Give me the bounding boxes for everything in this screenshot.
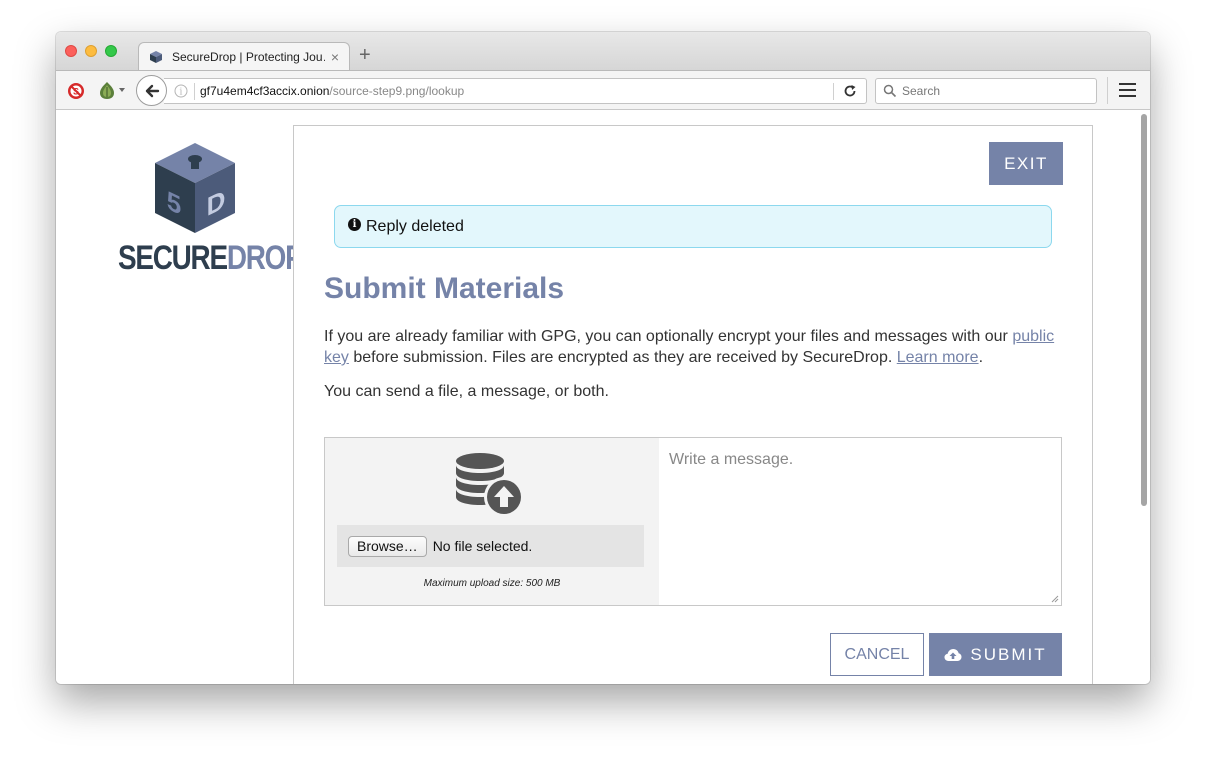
submission-form: Browse… No file selected. Maximum upload… <box>324 437 1062 606</box>
tab-title: SecureDrop | Protecting Jou… <box>172 50 325 64</box>
back-arrow-icon <box>145 84 159 97</box>
intro-paragraph: If you are already familiar with GPG, yo… <box>324 328 1055 366</box>
cancel-button[interactable]: CANCEL <box>830 633 924 676</box>
file-upload-area: Browse… No file selected. Maximum upload… <box>325 438 659 605</box>
url-text[interactable]: gf7u4em4cf3accix.onion/source-step9.png/… <box>200 84 464 98</box>
new-tab-button[interactable]: + <box>359 45 371 65</box>
close-window-button[interactable] <box>65 45 77 57</box>
search-bar[interactable] <box>875 78 1097 104</box>
cloud-upload-icon <box>944 648 962 661</box>
database-upload-icon <box>456 453 524 517</box>
alert-text: Reply deleted <box>366 217 464 235</box>
logo-wordmark: SECUREDROP <box>118 239 304 277</box>
securedrop-logo[interactable]: 5 D SECUREDROP <box>118 142 304 278</box>
file-status: No file selected. <box>432 538 533 554</box>
toolbar-divider <box>1107 77 1108 104</box>
url-host: gf7u4em4cf3accix.onion <box>200 84 330 98</box>
search-input[interactable] <box>902 82 1092 100</box>
url-divider <box>833 83 834 100</box>
url-path: /source-step9.png/lookup <box>329 84 465 98</box>
submit-label: SUBMIT <box>970 644 1047 664</box>
exit-button[interactable]: EXIT <box>989 142 1063 185</box>
securedrop-favicon-icon <box>149 50 163 64</box>
title-bar: SecureDrop | Protecting Jou… × + <box>56 32 1150 71</box>
submit-button[interactable]: SUBMIT <box>929 633 1062 676</box>
securedrop-cube-logo: 5 D <box>155 143 235 233</box>
reload-icon[interactable] <box>843 84 857 98</box>
resize-grip-icon <box>1051 595 1059 603</box>
url-divider <box>194 83 195 100</box>
hamburger-menu-icon[interactable] <box>1119 83 1136 98</box>
noscript-icon[interactable]: S <box>67 82 85 100</box>
search-icon <box>883 84 897 98</box>
page-title: Submit Materials <box>324 272 565 305</box>
svg-text:i: i <box>180 88 183 98</box>
url-bar[interactable]: i gf7u4em4cf3accix.onion/source-step9.pn… <box>164 78 867 104</box>
file-input-row: Browse… No file selected. <box>337 525 644 567</box>
scrollbar[interactable] <box>1141 114 1147 506</box>
main-panel: EXIT i Reply deleted Submit Materials If… <box>293 125 1093 684</box>
learn-more-link[interactable]: Learn more <box>897 349 979 366</box>
page-content: 5 D SECUREDROP EXIT i Reply deleted Subm… <box>56 110 1150 684</box>
message-textarea[interactable] <box>659 438 1061 605</box>
info-icon: i <box>348 218 361 231</box>
tab-close-icon[interactable]: × <box>331 49 339 65</box>
maximize-window-button[interactable] <box>105 45 117 57</box>
minimize-window-button[interactable] <box>85 45 97 57</box>
send-note: You can send a file, a message, or both. <box>324 383 609 400</box>
onion-icon[interactable] <box>98 80 126 100</box>
navigation-toolbar: S i gf7u4em4cf3accix.onion/source <box>56 70 1150 110</box>
browser-window: SecureDrop | Protecting Jou… × + S <box>56 32 1150 684</box>
max-upload-note: Maximum upload size: 500 MB <box>423 578 561 589</box>
alert-reply-deleted: i Reply deleted <box>334 205 1052 248</box>
browser-tab[interactable]: SecureDrop | Protecting Jou… × <box>138 42 350 71</box>
browse-button[interactable]: Browse… <box>348 535 427 557</box>
site-info-icon[interactable]: i <box>174 84 188 98</box>
back-button[interactable] <box>136 75 167 106</box>
